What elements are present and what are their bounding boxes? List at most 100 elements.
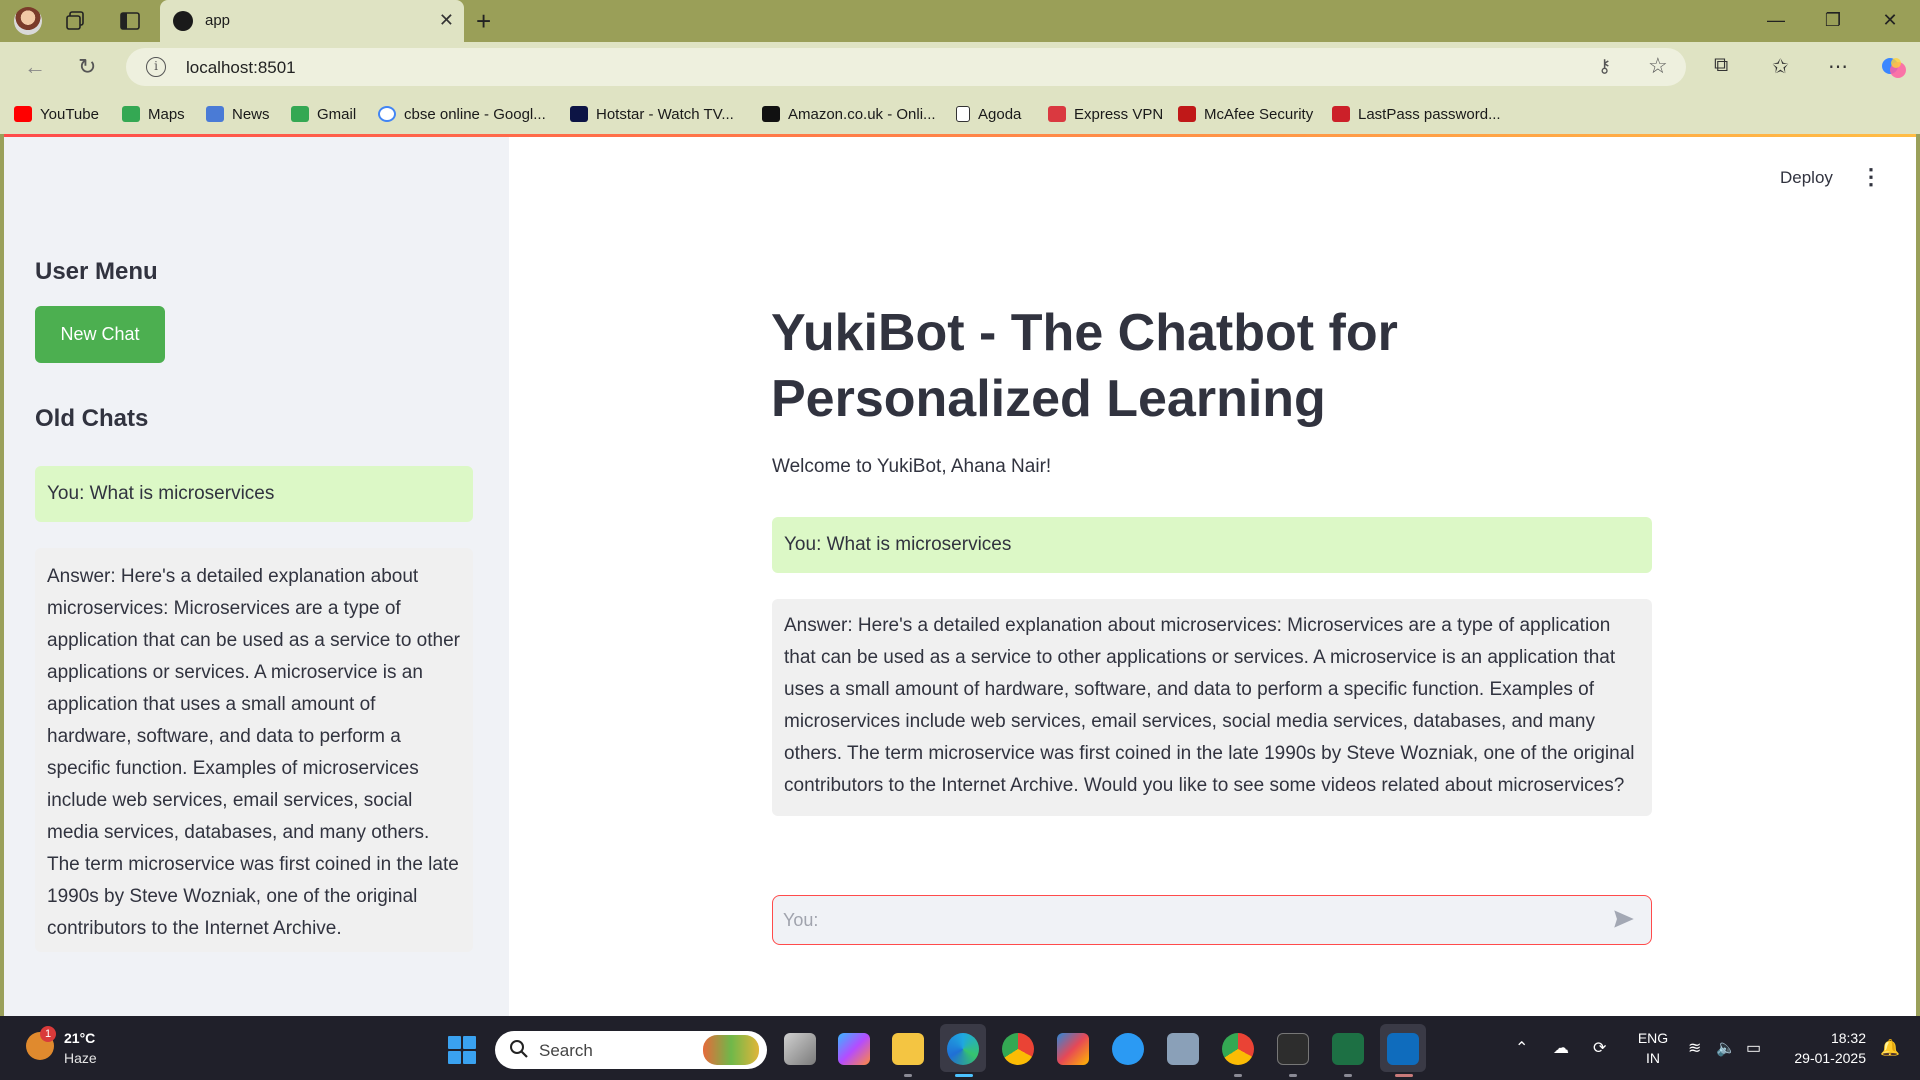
task-view-icon[interactable] [784,1033,816,1065]
main-menu-icon[interactable]: ⋮ [1860,164,1882,190]
volume-icon[interactable]: 🔈 [1716,1038,1736,1058]
show-hidden-icons[interactable]: ⌃ [1515,1038,1528,1058]
tab-title: app [205,12,231,29]
profile-avatar[interactable] [14,7,42,35]
sync-icon[interactable]: ⟳ [1593,1038,1606,1058]
clock-time[interactable]: 18:32 [1786,1030,1866,1046]
clock-date[interactable]: 29-01-2025 [1786,1050,1866,1066]
gmail-icon [291,106,309,122]
maps-icon [122,106,140,122]
bookmark-cbse[interactable]: cbse online - Googl... [378,103,546,125]
refresh-icon[interactable]: ↻ [78,54,96,80]
bookmark-gmail[interactable]: Gmail [291,103,356,125]
bookmark-maps[interactable]: Maps [122,103,185,125]
sidebar: User Menu New Chat Old Chats You: What i… [4,137,509,1016]
bookmarks-bar: YouTube Maps News Gmail cbse online - Go… [0,94,1920,134]
amazon-icon [762,106,780,122]
chrome-icon[interactable] [1002,1033,1034,1065]
bookmark-expressvpn[interactable]: Express VPN [1048,103,1163,125]
new-tab-icon[interactable]: + [476,6,491,37]
browser-toolbar: ← ↻ i localhost:8501 ⚷ ☆ ⧉ ✩ ⋯ [0,42,1920,94]
chat-input-field[interactable] [783,905,1583,935]
bookmark-mcafee[interactable]: McAfee Security [1178,103,1313,125]
extensions-icon[interactable]: ⧉ [1714,54,1728,77]
terminal-icon[interactable] [1277,1033,1309,1065]
weather-temp[interactable]: 21°C [64,1030,95,1046]
store-icon[interactable] [1057,1033,1089,1065]
search-icon [510,1040,528,1058]
bookmark-youtube[interactable]: YouTube [14,103,99,125]
workspaces-icon[interactable] [64,9,88,33]
copilot-icon[interactable] [1880,54,1908,82]
user-message: You: What is microservices [772,517,1652,573]
windows-start-icon[interactable] [448,1036,476,1064]
weather-condition[interactable]: Haze [64,1050,97,1066]
minimize-icon[interactable]: — [1766,10,1786,31]
url-text[interactable]: localhost:8501 [186,58,296,78]
browser-titlebar: app ✕ + — ❐ ✕ [0,0,1920,42]
running-indicator [1344,1074,1352,1077]
language-indicator[interactable]: ENG [1636,1030,1670,1046]
close-window-icon[interactable]: ✕ [1880,10,1900,31]
new-chat-button[interactable]: New Chat [35,306,165,363]
info-icon[interactable]: i [146,57,166,77]
app-viewport: User Menu New Chat Old Chats You: What i… [4,134,1916,1016]
active-indicator [955,1074,973,1077]
bookmark-hotstar[interactable]: Hotstar - Watch TV... [570,103,734,125]
news-icon [206,106,224,122]
old-chat-user-message[interactable]: You: What is microservices [35,466,473,522]
bookmark-lastpass[interactable]: LastPass password... [1332,103,1501,125]
send-icon[interactable] [1611,906,1637,932]
notifications-bell-icon[interactable]: 🔔 [1880,1038,1900,1058]
hotstar-icon [570,106,588,122]
back-icon[interactable]: ← [24,54,46,80]
search-highlight-icon [703,1035,759,1065]
bot-answer: Answer: Here's a detailed explanation ab… [772,599,1652,816]
help-icon[interactable] [1112,1033,1144,1065]
old-chats-heading: Old Chats [35,405,149,432]
youtube-icon [14,106,32,122]
welcome-text: Welcome to YukiBot, Ahana Nair! [772,456,1052,477]
excel-icon[interactable] [1332,1033,1364,1065]
streamlit-icon [173,11,193,31]
bookmark-news[interactable]: News [206,103,270,125]
vertical-tabs-icon[interactable] [118,9,142,33]
active-indicator [1395,1074,1413,1077]
close-tab-icon[interactable]: ✕ [439,10,454,31]
restore-icon[interactable]: ❐ [1823,10,1843,31]
key-icon[interactable]: ⚷ [1598,56,1611,77]
running-indicator [1234,1074,1242,1077]
chat-input[interactable] [772,895,1652,945]
tab-app[interactable]: app ✕ [160,0,464,42]
region-indicator[interactable]: IN [1636,1050,1670,1066]
file-explorer-icon[interactable] [892,1033,924,1065]
battery-icon[interactable]: ▭ [1746,1038,1761,1058]
outlook-icon[interactable] [1387,1033,1419,1065]
copilot-app-icon[interactable] [838,1033,870,1065]
more-menu-icon[interactable]: ⋯ [1828,54,1848,79]
bookmark-agoda[interactable]: Agoda [956,103,1021,125]
edge-icon[interactable] [947,1033,979,1065]
deploy-button[interactable]: Deploy [1780,168,1833,188]
address-bar[interactable]: i localhost:8501 ⚷ ☆ [126,48,1686,86]
user-menu-heading: User Menu [35,258,158,285]
taskbar-search[interactable]: Search [495,1031,767,1069]
running-indicator [904,1074,912,1077]
weather-badge: 1 [40,1026,56,1042]
expressvpn-icon [1048,106,1066,122]
onedrive-icon[interactable]: ☁ [1553,1038,1569,1058]
mcafee-icon [1178,106,1196,122]
favorites-icon[interactable]: ✩ [1772,54,1789,79]
wifi-icon[interactable]: ≋ [1688,1038,1701,1058]
google-icon [378,106,396,122]
page-title: YukiBot - The Chatbot for Personalized L… [771,304,1398,428]
lastpass-icon [1332,106,1350,122]
taskbar: 1 21°C Haze Search ⌃ ☁ ⟳ ENG IN ≋ 🔈 ▭ 18… [0,1016,1920,1080]
database-app-icon[interactable] [1167,1033,1199,1065]
running-indicator [1289,1074,1297,1077]
bookmark-amazon[interactable]: Amazon.co.uk - Onli... [762,103,936,125]
search-label: Search [539,1041,593,1060]
favorite-star-icon[interactable]: ☆ [1648,53,1668,79]
chrome-profile-icon[interactable] [1222,1033,1254,1065]
old-chat-answer: Answer: Here's a detailed explanation ab… [35,548,473,952]
